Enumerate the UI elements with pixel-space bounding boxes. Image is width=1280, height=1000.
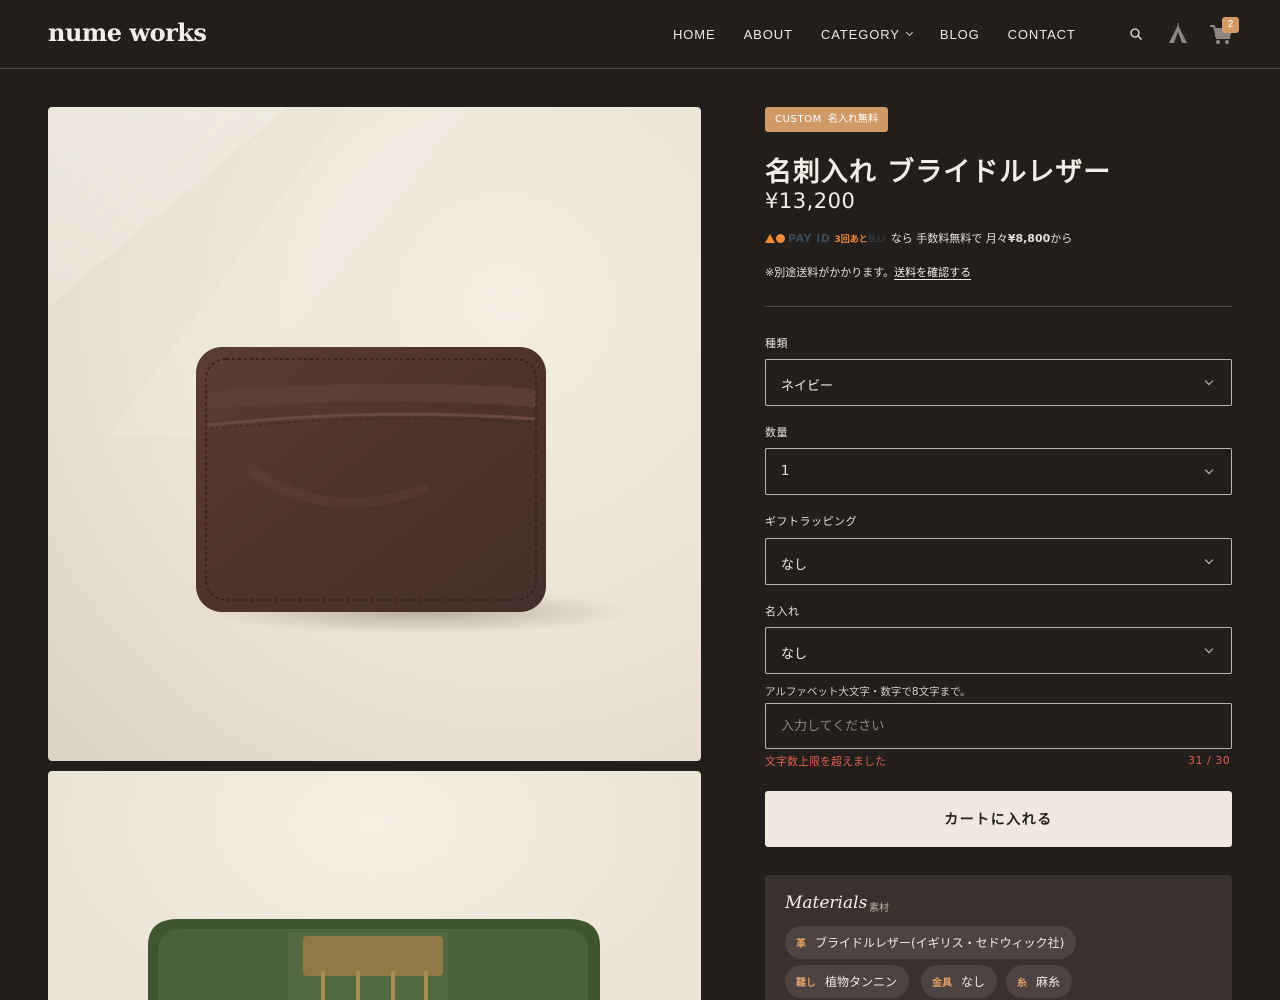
payid-logo[interactable]: PAY ID 3回あと 払い	[765, 232, 886, 245]
quantity-select[interactable]: 1	[765, 448, 1232, 495]
chevron-down-icon	[905, 28, 913, 37]
add-to-cart-button[interactable]: カートに入れる	[765, 791, 1232, 847]
card-holder-illustration	[48, 107, 630, 634]
product-photo-key-case[interactable]	[48, 771, 701, 1000]
material-chip-hardware: 金具 なし	[921, 965, 998, 998]
site-header: nume works HOME ABOUT CATEGORY BLOG CONT…	[0, 0, 1280, 69]
type-select[interactable]: ネイビー	[765, 359, 1232, 406]
search-icon[interactable]	[1129, 27, 1143, 41]
nav-home[interactable]: HOME	[673, 27, 716, 42]
gift-wrapping-select-value: なし	[781, 558, 808, 573]
quantity-select-value: 1	[781, 464, 790, 479]
shipping-note: ※別途送料がかかります。送料を確認する	[765, 264, 971, 280]
payid-circle-icon	[776, 233, 785, 243]
chevron-down-icon	[1204, 555, 1214, 565]
material-value: 麻糸	[1036, 975, 1061, 989]
pay-text-pre: なら 手数料無料で 月々	[890, 232, 1008, 245]
pay-text-post: から	[1050, 232, 1073, 245]
material-value: 植物タンニン	[825, 975, 898, 989]
nav-about[interactable]: ABOUT	[744, 27, 793, 42]
material-chip-thread: 糸麻糸	[1006, 965, 1073, 998]
material-chip-leather: 革ブライドルレザー(イギリス・セドウィック社)	[785, 926, 1077, 959]
chevron-down-icon	[1204, 465, 1214, 475]
shipping-note-text: ※別途送料がかかります。	[765, 266, 895, 279]
materials-subtitle: 素材	[869, 903, 889, 914]
material-chip-tanning: 鞣し 植物タンニン	[785, 965, 910, 998]
material-value: ブライドルレザー(イギリス・セドウィック社)	[815, 936, 1065, 950]
gift-wrapping-label: ギフトラッピング	[765, 515, 857, 528]
nav-label: BLOG	[939, 27, 980, 42]
chevron-down-icon	[1204, 376, 1214, 386]
nav-category[interactable]: CATEGORY	[820, 27, 913, 42]
engraving-label: 名入れ	[765, 605, 800, 618]
nav-label: CATEGORY	[820, 27, 900, 42]
cart-count-badge: 2	[1222, 17, 1239, 33]
nav-label: CONTACT	[1007, 27, 1076, 42]
nav-label: ABOUT	[743, 27, 793, 42]
engraving-hint: アルファベット大文字・数字で8文字まで。	[765, 686, 971, 698]
material-key: 金具	[932, 978, 952, 989]
materials-panel: Materials 素材 革ブライドルレザー(イギリス・セドウィック社) 鞣し植…	[765, 875, 1232, 1000]
material-key: 鞣し	[796, 978, 816, 989]
type-label: 種類	[765, 337, 788, 350]
main-nav: HOME ABOUT CATEGORY BLOG CONTACT	[673, 27, 1076, 42]
material-key: 糸	[1017, 978, 1027, 989]
gift-wrapping-select[interactable]: なし	[765, 538, 1232, 585]
nav-contact[interactable]: CONTACT	[1008, 27, 1076, 42]
shipping-link[interactable]: 送料を確認する	[894, 266, 971, 279]
payid-sub: 3回あと	[834, 234, 868, 245]
nav-blog[interactable]: BLOG	[940, 27, 980, 42]
engraving-select[interactable]: なし	[765, 627, 1232, 674]
engraving-char-counter: 31 / 30	[1188, 754, 1231, 767]
type-select-value: ネイビー	[781, 379, 834, 394]
engraving-text-input[interactable]	[765, 703, 1232, 749]
divider	[765, 306, 1232, 307]
key-case-illustration	[148, 919, 600, 1000]
site-logo[interactable]: nume works	[48, 18, 207, 47]
material-value: なし	[961, 975, 986, 989]
nav-label: HOME	[673, 27, 716, 42]
material-key: 革	[796, 939, 806, 950]
materials-title: Materials	[785, 893, 868, 913]
payid-brand: PAY ID	[788, 231, 831, 245]
custom-tag-badge: CUSTOM 名入れ無料	[765, 107, 888, 132]
product-price: ¥13,200	[765, 189, 856, 213]
tag-ja: 名入れ無料	[827, 114, 878, 125]
chevron-down-icon	[1204, 644, 1214, 654]
tent-icon[interactable]	[1167, 23, 1189, 45]
product-photo-card-holder[interactable]	[48, 107, 701, 761]
tag-en: CUSTOM	[775, 114, 822, 125]
product-title: 名刺入れ ブライドルレザー	[765, 157, 1112, 188]
payid-sub2: 払い	[867, 234, 886, 245]
quantity-label: 数量	[765, 426, 788, 439]
pay-amount: ¥8,800	[1007, 232, 1051, 245]
engraving-select-value: なし	[781, 647, 808, 662]
engraving-error-message: 文字数上限を超えました	[765, 755, 886, 768]
payid-text: なら 手数料無料で 月々¥8,800から	[891, 230, 1072, 246]
payid-triangle-icon	[765, 233, 775, 243]
payid-installment-row: PAY ID 3回あと 払い なら 手数料無料で 月々¥8,800から	[765, 230, 1072, 246]
